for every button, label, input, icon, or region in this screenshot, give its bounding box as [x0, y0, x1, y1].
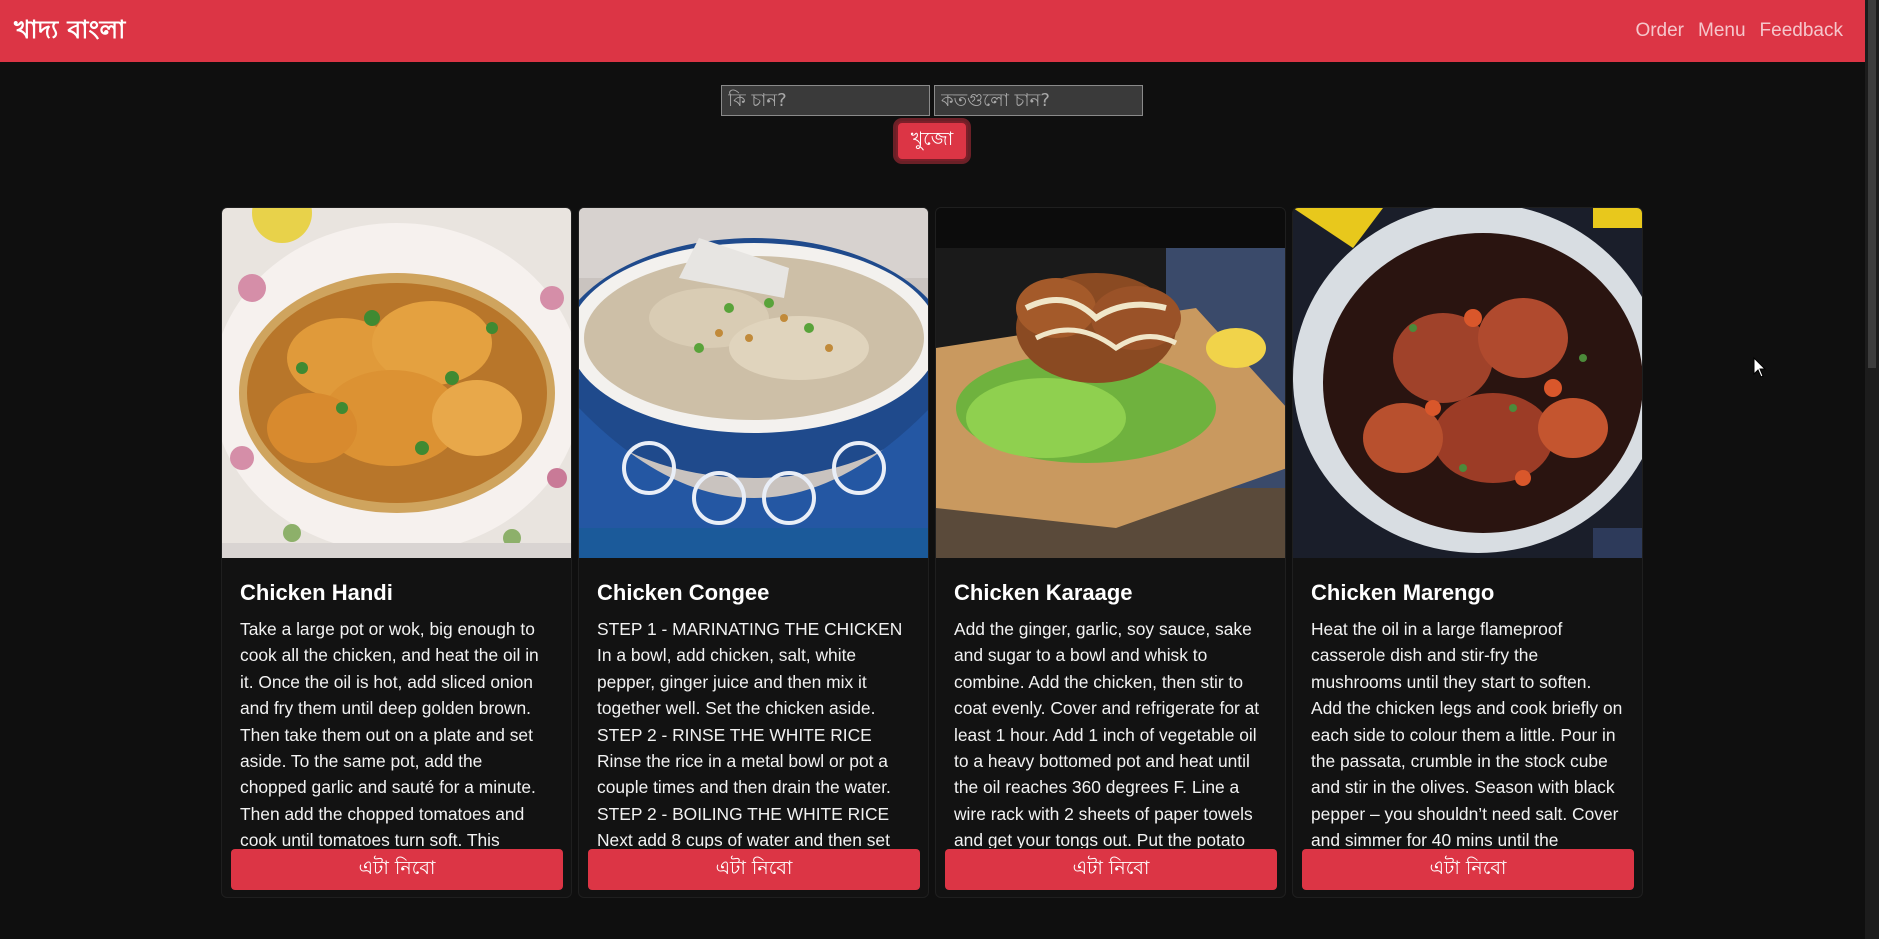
card-text: Add the ginger, garlic, soy sauce, sake … — [954, 619, 1260, 848]
item-search-input[interactable] — [721, 85, 930, 116]
page: খাদ্য বাংলা Order Menu Feedback খুজো — [0, 0, 1879, 939]
search-form — [721, 85, 1143, 116]
card-title: Chicken Handi — [240, 580, 393, 605]
recipe-card: Chicken Handi Take a large pot or wok, b… — [221, 207, 572, 898]
recipe-card: Chicken Marengo Heat the oil in a large … — [1292, 207, 1643, 898]
congee-bowl-image — [579, 208, 928, 558]
card-body: Chicken Congee STEP 1 - MARINATING THE C… — [579, 558, 928, 848]
navbar: খাদ্য বাংলা Order Menu Feedback — [0, 0, 1865, 62]
order-button[interactable]: এটা নিবো — [945, 849, 1277, 890]
chicken-curry-plate-image — [222, 208, 571, 558]
card-body: Chicken Handi Take a large pot or wok, b… — [222, 558, 571, 848]
card-text: Heat the oil in a large flameproof casse… — [1311, 619, 1623, 848]
recipe-card: Chicken Congee STEP 1 - MARINATING THE C… — [578, 207, 929, 898]
card-title: Chicken Congee — [597, 580, 770, 605]
card-text: Take a large pot or wok, big enough to c… — [240, 619, 539, 848]
recipe-card-list: Chicken Handi Take a large pot or wok, b… — [221, 207, 1643, 898]
nav-link-order[interactable]: Order — [1635, 20, 1684, 42]
card-title: Chicken Karaage — [954, 580, 1133, 605]
nav-link-feedback[interactable]: Feedback — [1760, 20, 1843, 42]
order-button[interactable]: এটা নিবো — [588, 849, 920, 890]
card-body: Chicken Karaage Add the ginger, garlic, … — [936, 558, 1285, 848]
card-title: Chicken Marengo — [1311, 580, 1495, 605]
card-text: STEP 1 - MARINATING THE CHICKEN In a bow… — [597, 619, 903, 848]
search-button[interactable]: খুজো — [896, 121, 968, 161]
nav-link-menu[interactable]: Menu — [1698, 20, 1746, 42]
recipe-card: Chicken Karaage Add the ginger, garlic, … — [935, 207, 1286, 898]
page-scrollbar[interactable] — [1865, 0, 1879, 939]
order-button[interactable]: এটা নিবো — [1302, 849, 1634, 890]
order-button[interactable]: এটা নিবো — [231, 849, 563, 890]
card-body: Chicken Marengo Heat the oil in a large … — [1293, 558, 1642, 848]
brand-logo[interactable]: খাদ্য বাংলা — [14, 10, 126, 53]
mouse-cursor-icon — [1753, 357, 1767, 378]
fried-chicken-board-image — [936, 208, 1285, 558]
casserole-pot-image — [1293, 208, 1642, 558]
scrollbar-thumb[interactable] — [1868, 0, 1876, 368]
nav-links: Order Menu Feedback — [1635, 20, 1843, 42]
quantity-input[interactable] — [934, 85, 1143, 116]
